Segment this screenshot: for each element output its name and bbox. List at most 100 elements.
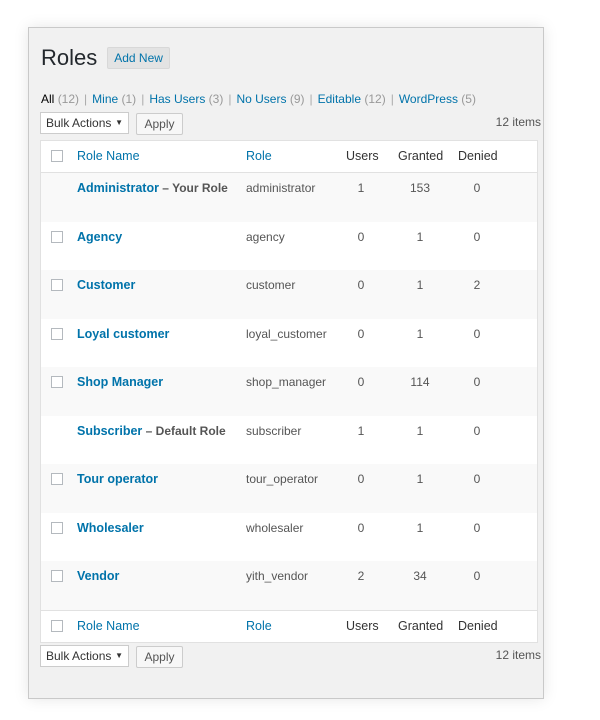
role-slug: administrator xyxy=(246,181,316,195)
roles-panel: Roles Add New All (12) | Mine (1) | Has User… xyxy=(28,27,544,699)
row-checkbox[interactable] xyxy=(51,473,63,485)
row-checkbox[interactable] xyxy=(51,521,63,534)
role-name-suffix: – Default Role xyxy=(142,423,226,438)
bulk-actions-select-bottom[interactable]: Bulk Actions ▼ xyxy=(40,645,129,667)
row-checkbox[interactable] xyxy=(51,327,63,340)
column-footer-denied: Denied xyxy=(458,618,498,633)
add-new-button[interactable]: Add New xyxy=(107,47,170,69)
select-all-checkbox[interactable] xyxy=(51,150,63,162)
role-name-cell: Agency xyxy=(77,230,122,244)
granted-count: 34 xyxy=(413,569,427,583)
bulk-actions-select[interactable]: Bulk Actions ▼ xyxy=(40,112,129,134)
users-count: 1 xyxy=(357,423,365,438)
table-row: Customer customer 0 1 2 xyxy=(41,270,537,319)
filter-separator: | xyxy=(390,92,394,106)
table-body: Administrator – Your Role administrator 1 1… xyxy=(41,173,537,610)
role-name-cell: Vendor xyxy=(77,569,119,583)
row-checkbox[interactable] xyxy=(51,570,63,582)
granted-count: 1 xyxy=(416,520,424,535)
denied-count: 0 xyxy=(473,423,481,438)
table-row: Loyal customer loyal_customer 0 1 0 xyxy=(41,319,537,368)
column-header-role-name[interactable]: Role Name xyxy=(77,149,140,163)
filter-count: (5) xyxy=(461,92,476,106)
items-count-bottom: 12 items xyxy=(495,648,541,662)
role-name-cell: Customer xyxy=(77,278,135,292)
filter-link[interactable]: Mine xyxy=(92,92,118,106)
filter-link[interactable]: Editable xyxy=(318,92,361,106)
denied-count: 0 xyxy=(473,569,481,583)
row-checkbox[interactable] xyxy=(51,279,63,291)
role-name-link[interactable]: Wholesaler xyxy=(77,521,144,535)
role-slug: agency xyxy=(246,229,285,244)
users-count: 1 xyxy=(357,181,365,195)
role-slug: yith_vendor xyxy=(246,569,309,583)
granted-count: 1 xyxy=(416,278,424,292)
role-name-cell: Administrator – Your Role xyxy=(77,181,228,195)
filter-separator: | xyxy=(84,92,88,106)
table-row: Subscriber – Default Role subscriber 1 1 0 xyxy=(41,416,537,465)
row-checkbox[interactable] xyxy=(51,230,63,243)
role-slug: wholesaler xyxy=(246,520,304,535)
filter-count: (1) xyxy=(121,92,137,106)
column-header-denied: Denied xyxy=(458,149,498,163)
users-count: 0 xyxy=(357,472,365,486)
filter-separator: | xyxy=(141,92,145,106)
filter-count: (12) xyxy=(364,92,386,106)
table-row: Tour operator tour_operator 0 1 0 xyxy=(41,464,537,513)
filter-link[interactable]: WordPress xyxy=(399,92,458,106)
role-name-link[interactable]: Administrator xyxy=(77,181,159,195)
filter-link[interactable]: Has Users xyxy=(149,92,205,106)
table-row: Wholesaler wholesaler 0 1 0 xyxy=(41,513,537,562)
caret-down-icon: ▼ xyxy=(115,651,123,660)
filter-item: No Users (9) xyxy=(236,92,304,106)
filter-count: (9) xyxy=(289,92,305,106)
filter-link[interactable]: No Users xyxy=(236,92,286,106)
tablenav-top: Bulk Actions ▼ Apply 12 items xyxy=(40,112,541,136)
denied-count: 0 xyxy=(473,520,481,535)
role-slug: customer xyxy=(246,278,296,292)
role-name-link[interactable]: Agency xyxy=(77,230,122,244)
role-name-link[interactable]: Vendor xyxy=(77,569,119,583)
users-count: 0 xyxy=(357,278,365,292)
apply-button-bottom[interactable]: Apply xyxy=(136,646,183,668)
granted-count: 1 xyxy=(416,423,424,438)
role-name-link[interactable]: Tour operator xyxy=(77,472,158,486)
users-count: 2 xyxy=(357,569,365,583)
column-footer-users: Users xyxy=(346,618,379,633)
filter-item: WordPress (5) xyxy=(399,92,476,106)
role-slug: subscriber xyxy=(246,423,302,438)
select-all-checkbox-footer[interactable] xyxy=(51,619,63,632)
granted-count: 1 xyxy=(416,326,424,341)
table-footer-row: Role Name Role Users Granted Denied xyxy=(41,609,537,642)
filter-count: (3) xyxy=(208,92,224,106)
table-row: Agency agency 0 1 0 xyxy=(41,222,537,271)
users-count: 0 xyxy=(357,326,365,341)
role-name-link[interactable]: Shop Manager xyxy=(77,375,163,389)
role-name-link[interactable]: Subscriber xyxy=(77,424,142,438)
role-name-cell: Loyal customer xyxy=(77,327,169,341)
users-count: 0 xyxy=(357,520,365,535)
role-name-cell: Subscriber – Default Role xyxy=(77,424,226,438)
column-footer-role[interactable]: Role xyxy=(246,619,272,633)
role-name-link[interactable]: Customer xyxy=(77,278,135,292)
role-name-link[interactable]: Loyal customer xyxy=(77,327,169,341)
filter-separator: | xyxy=(228,92,232,106)
column-footer-role-name[interactable]: Role Name xyxy=(77,619,140,633)
denied-count: 0 xyxy=(473,326,481,341)
granted-count: 1 xyxy=(416,472,424,486)
filter-item: Editable (12) xyxy=(318,92,386,106)
role-name-suffix: – Your Role xyxy=(158,181,228,195)
page-heading: Roles Add New xyxy=(41,44,170,72)
granted-count: 114 xyxy=(410,375,430,389)
bulk-actions-label: Bulk Actions xyxy=(46,649,112,663)
column-footer-granted: Granted xyxy=(398,618,444,633)
caret-down-icon: ▼ xyxy=(115,118,123,127)
apply-button[interactable]: Apply xyxy=(136,113,183,135)
users-count: 0 xyxy=(357,229,365,244)
table-row: Administrator – Your Role administrator 1 1… xyxy=(41,173,537,222)
items-count: 12 items xyxy=(495,115,541,129)
column-header-role[interactable]: Role xyxy=(246,149,272,163)
row-checkbox[interactable] xyxy=(51,376,63,388)
denied-count: 0 xyxy=(473,181,481,195)
filter-link[interactable]: All xyxy=(41,92,54,106)
